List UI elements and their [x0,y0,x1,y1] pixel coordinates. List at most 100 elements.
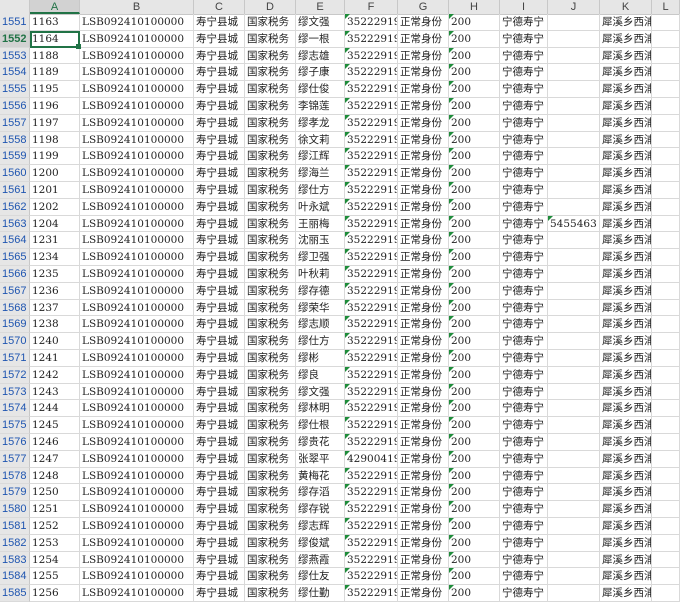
cell-e[interactable]: 缪志顺 [296,316,345,334]
cell-j[interactable] [548,165,600,182]
row-header[interactable]: 1558 [0,131,30,149]
cell-i[interactable]: 宁德寿宁 [500,417,548,434]
cell-l[interactable] [652,366,680,384]
cell-b[interactable]: LSB092410100000 [80,131,194,149]
cell-l[interactable] [652,282,680,300]
cell-c[interactable]: 寿宁县城 [194,400,245,418]
cell-l[interactable] [652,165,680,182]
cell-k[interactable]: 犀溪乡西浦村 [600,501,652,518]
cell-g[interactable]: 正常身份 [398,366,449,384]
row-header[interactable]: 1578 [0,467,30,485]
cell-a[interactable]: 1202 [30,198,80,216]
cell-i[interactable]: 宁德寿宁 [500,249,548,266]
cell-l[interactable] [652,215,680,233]
cell-f[interactable]: 35222919 [345,165,398,182]
cell-b[interactable]: LSB092410100000 [80,383,194,401]
cell-e[interactable]: 缪良 [296,366,345,384]
cell-k[interactable]: 犀溪乡西浦村 [600,366,652,384]
cell-d[interactable]: 国家税务 [245,47,296,65]
cell-d[interactable]: 国家税务 [245,534,296,552]
cell-c[interactable]: 寿宁县城 [194,534,245,552]
cell-f[interactable]: 35222919 [345,64,398,82]
cell-b[interactable]: LSB092410100000 [80,349,194,367]
cell-l[interactable] [652,383,680,401]
cell-k[interactable]: 犀溪乡西浦村 [600,232,652,250]
cell-b[interactable]: LSB092410100000 [80,467,194,485]
cell-a[interactable]: 1252 [30,517,80,535]
cell-h[interactable]: 200 [449,568,500,586]
cell-f[interactable]: 35222919 [345,198,398,216]
cell-c[interactable]: 寿宁县城 [194,265,245,283]
cell-b[interactable]: LSB092410100000 [80,148,194,166]
cell-l[interactable] [652,14,680,31]
cell-e[interactable]: 张翠平 [296,450,345,468]
cell-f[interactable]: 35222919 [345,249,398,266]
cell-k[interactable]: 犀溪乡西浦村 [600,249,652,266]
cell-l[interactable] [652,450,680,468]
cell-k[interactable]: 犀溪乡西浦村 [600,585,652,602]
cell-l[interactable] [652,585,680,602]
cell-g[interactable]: 正常身份 [398,215,449,233]
cell-f[interactable]: 35222919 [345,467,398,485]
cell-l[interactable] [652,333,680,350]
cell-d[interactable]: 国家税务 [245,181,296,199]
cell-f[interactable]: 35222919 [345,349,398,367]
cell-i[interactable]: 宁德寿宁 [500,534,548,552]
cell-b[interactable]: LSB092410100000 [80,433,194,451]
cell-d[interactable]: 国家税务 [245,517,296,535]
row-header[interactable]: 1554 [0,64,30,82]
cell-c[interactable]: 寿宁县城 [194,198,245,216]
cell-h[interactable]: 200 [449,484,500,502]
cell-g[interactable]: 正常身份 [398,568,449,586]
row-header[interactable]: 1563 [0,215,30,233]
cell-a[interactable]: 1164 [30,30,80,48]
select-all-corner[interactable] [0,0,30,14]
row-header[interactable]: 1576 [0,433,30,451]
cell-j[interactable] [548,534,600,552]
cell-a[interactable]: 1248 [30,467,80,485]
cell-b[interactable]: LSB092410100000 [80,215,194,233]
cell-i[interactable]: 宁德寿宁 [500,467,548,485]
cell-e[interactable]: 王丽梅 [296,215,345,233]
cell-a[interactable]: 1255 [30,568,80,586]
cell-k[interactable]: 犀溪乡西浦村 [600,568,652,586]
cell-h[interactable]: 200 [449,299,500,317]
cell-h[interactable]: 200 [449,181,500,199]
cell-g[interactable]: 正常身份 [398,433,449,451]
cell-d[interactable]: 国家税务 [245,148,296,166]
cell-e[interactable]: 缪存德 [296,282,345,300]
cell-e[interactable]: 缪贵花 [296,433,345,451]
cell-l[interactable] [652,97,680,115]
cell-g[interactable]: 正常身份 [398,400,449,418]
cell-h[interactable]: 200 [449,585,500,602]
row-header[interactable]: 1571 [0,349,30,367]
cell-c[interactable]: 寿宁县城 [194,249,245,266]
cell-c[interactable]: 寿宁县城 [194,316,245,334]
column-header-f[interactable]: F [345,0,398,14]
cell-e[interactable]: 缪彬 [296,349,345,367]
cell-j[interactable] [548,517,600,535]
cell-a[interactable]: 1196 [30,97,80,115]
cell-i[interactable]: 宁德寿宁 [500,114,548,132]
cell-f[interactable]: 35222919 [345,282,398,300]
cell-e[interactable]: 沈丽玉 [296,232,345,250]
cell-k[interactable]: 犀溪乡西浦村 [600,349,652,367]
cell-g[interactable]: 正常身份 [398,232,449,250]
column-header-g[interactable]: G [398,0,449,14]
cell-b[interactable]: LSB092410100000 [80,501,194,518]
cell-b[interactable]: LSB092410100000 [80,81,194,98]
cell-j[interactable] [548,383,600,401]
cell-l[interactable] [652,249,680,266]
row-header[interactable]: 1564 [0,232,30,250]
cell-e[interactable]: 缪志雄 [296,47,345,65]
cell-l[interactable] [652,484,680,502]
cell-c[interactable]: 寿宁县城 [194,131,245,149]
cell-d[interactable]: 国家税务 [245,333,296,350]
cell-c[interactable]: 寿宁县城 [194,551,245,569]
cell-g[interactable]: 正常身份 [398,282,449,300]
cell-i[interactable]: 宁德寿宁 [500,517,548,535]
cell-j[interactable] [548,198,600,216]
cell-i[interactable]: 宁德寿宁 [500,165,548,182]
cell-d[interactable]: 国家税务 [245,81,296,98]
cell-k[interactable]: 犀溪乡西浦村 [600,265,652,283]
